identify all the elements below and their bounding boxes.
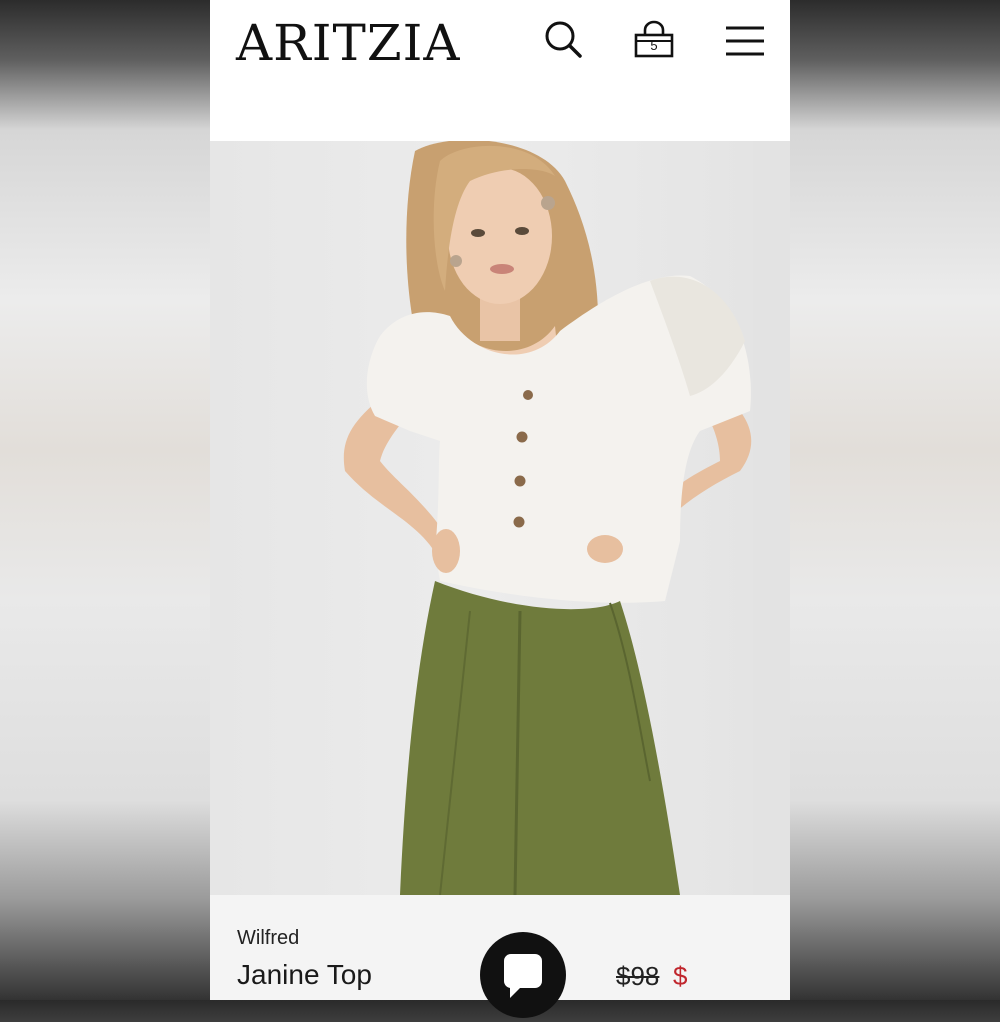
hamburger-menu-icon[interactable] xyxy=(722,18,766,62)
chat-bubble-icon xyxy=(504,954,542,998)
brand-logo[interactable]: ARITZIA xyxy=(236,14,460,72)
model-illustration xyxy=(343,141,752,895)
product-brand[interactable]: Wilfred xyxy=(237,927,299,950)
blurred-background-left xyxy=(0,0,210,1000)
image-gutter xyxy=(753,141,790,895)
blurred-background-right xyxy=(790,0,1000,1000)
chat-button[interactable] xyxy=(480,932,566,1018)
sale-price: $ xyxy=(673,961,688,991)
site-header: ARITZIA 5 xyxy=(210,0,790,141)
bag-count-badge: 5 xyxy=(650,38,658,53)
search-icon[interactable] xyxy=(542,18,586,62)
shopping-bag-icon[interactable]: 5 xyxy=(632,18,676,62)
phone-screen: ARITZIA 5 Wilfred Janine Top $98 $ xyxy=(210,0,790,1000)
original-price: $98 xyxy=(616,961,660,991)
product-image[interactable] xyxy=(210,141,753,895)
product-name[interactable]: Janine Top xyxy=(237,959,372,991)
